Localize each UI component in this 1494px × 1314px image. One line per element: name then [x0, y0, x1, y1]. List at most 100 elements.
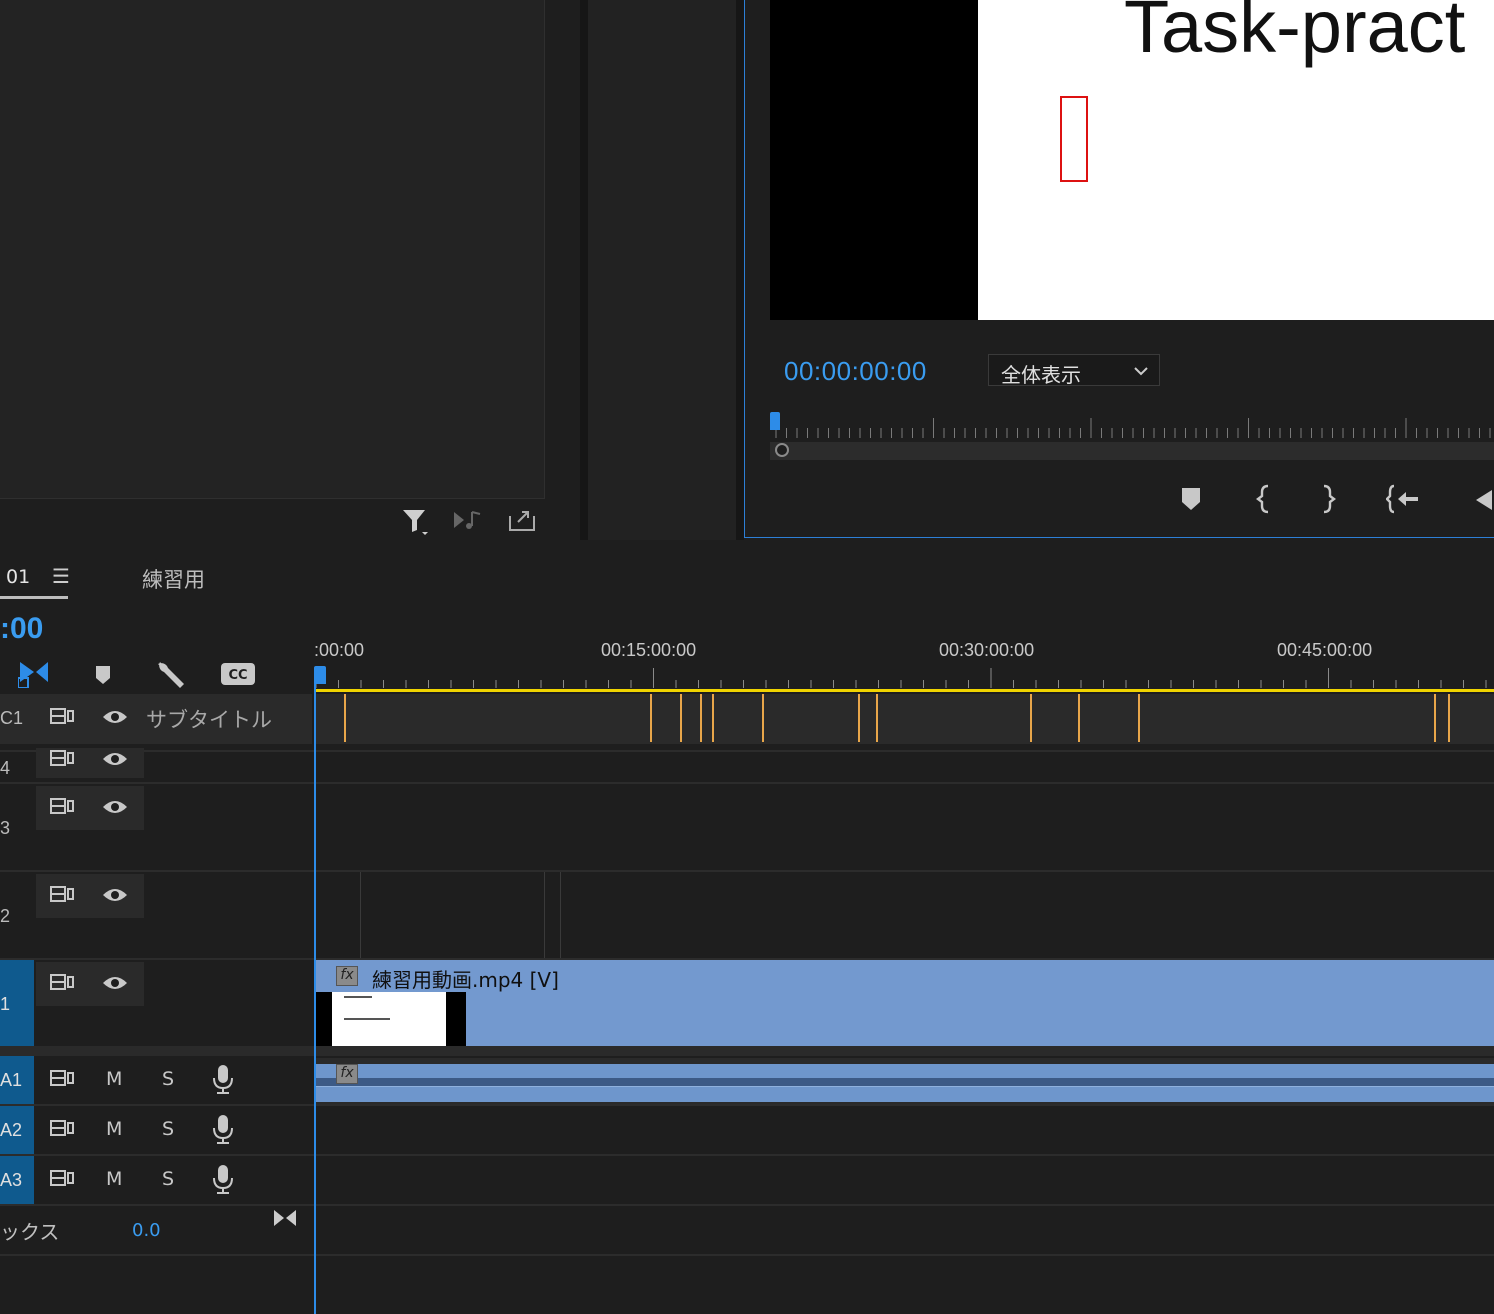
middle-panel [588, 0, 736, 540]
tab-practice[interactable]: 練習用 [142, 564, 205, 594]
zoom-level-value: 全体表示 [1001, 363, 1081, 387]
program-zoom-scrollbar[interactable] [770, 442, 1494, 460]
toggle-sync-lock-icon[interactable] [50, 706, 74, 729]
subtitle-marker[interactable] [1448, 694, 1450, 742]
timeline-panel-header [0, 548, 1494, 608]
track-id: 2 [0, 906, 11, 926]
wrench-icon[interactable] [154, 658, 186, 690]
clip-thumbnail [332, 992, 446, 1046]
toggle-sync-lock-icon[interactable] [50, 1168, 74, 1191]
solo-track-button[interactable]: S [162, 1070, 174, 1089]
export-icon[interactable] [506, 506, 538, 534]
mute-track-button[interactable]: M [106, 1120, 122, 1139]
edit-line [360, 872, 361, 958]
edit-line [560, 872, 561, 958]
track-separator [0, 1204, 1494, 1206]
subtitle-marker[interactable] [700, 694, 702, 742]
toggle-sync-lock-icon[interactable] [50, 748, 74, 771]
track-target-v1[interactable]: 1 [0, 960, 34, 1046]
eye-icon[interactable] [102, 708, 128, 729]
subtitle-marker[interactable] [1078, 694, 1080, 742]
panel-divider[interactable] [580, 0, 588, 540]
track-target-a3[interactable]: A3 [0, 1156, 34, 1204]
toggle-sync-lock-icon[interactable] [50, 1068, 74, 1091]
mute-track-button[interactable]: M [106, 1070, 122, 1089]
tab-sequence-01[interactable]: 01 [6, 566, 30, 588]
video-title-text: Task-pract [1124, 0, 1466, 68]
mark-in-icon[interactable] [1256, 484, 1276, 514]
mute-track-button[interactable]: M [106, 1170, 122, 1189]
panel-menu-icon[interactable]: ☰ [52, 564, 70, 588]
toggle-sync-lock-icon[interactable] [50, 884, 74, 907]
eye-icon[interactable] [102, 750, 128, 771]
timeline-timecode[interactable]: :00 [0, 612, 43, 646]
fx-badge[interactable]: fx [336, 1064, 358, 1084]
track-header-a3: A3 [0, 1156, 312, 1204]
timeline-playhead-line[interactable] [314, 684, 316, 1314]
track-header-a1: A1 [0, 1056, 312, 1104]
subtitle-marker[interactable] [344, 694, 346, 742]
add-marker-icon[interactable] [94, 664, 112, 686]
subtitle-marker[interactable] [650, 694, 652, 742]
toggle-sync-lock-icon[interactable] [50, 796, 74, 819]
subtitle-marker[interactable] [876, 694, 878, 742]
track-id: C1 [0, 708, 24, 728]
video-clip[interactable]: fx 練習用動画.mp4 [V] [316, 960, 1494, 1046]
active-tab-indicator [0, 596, 68, 599]
panel-divider[interactable] [736, 0, 744, 540]
step-back-icon[interactable] [1474, 488, 1494, 512]
track-id: 3 [0, 818, 11, 838]
track-id: 4 [0, 758, 11, 778]
timeline-ruler[interactable]: :00:00 00:15:00:00 00:30:00:00 00:45:00:… [314, 638, 1494, 692]
add-marker-icon[interactable] [1180, 486, 1202, 512]
track-id: 1 [0, 994, 11, 1014]
track-id: A3 [0, 1170, 23, 1190]
microphone-icon[interactable] [212, 1114, 234, 1147]
filter-icon[interactable] [400, 506, 430, 536]
svg-text:CC: CC [228, 668, 247, 683]
track-target-a1[interactable]: A1 [0, 1056, 34, 1104]
subtitle-marker[interactable] [858, 694, 860, 742]
microphone-icon[interactable] [212, 1064, 234, 1097]
audio-clip[interactable]: fx [316, 1058, 1494, 1104]
video-frame-letterbox [770, 0, 978, 320]
solo-track-button[interactable]: S [162, 1170, 174, 1189]
microphone-icon[interactable] [212, 1164, 234, 1197]
solo-track-button[interactable]: S [162, 1120, 174, 1139]
eye-icon[interactable] [102, 798, 128, 819]
eye-icon[interactable] [102, 974, 128, 995]
program-playhead[interactable] [770, 412, 780, 430]
insert-audio-icon[interactable] [452, 508, 486, 532]
source-panel-content [0, 0, 545, 499]
eye-icon[interactable] [102, 886, 128, 907]
go-to-in-icon[interactable] [1385, 484, 1422, 514]
video-red-rectangle [1060, 96, 1088, 182]
scroll-handle[interactable] [775, 443, 789, 457]
toggle-sync-lock-icon[interactable] [50, 972, 74, 995]
work-area-bar[interactable] [314, 689, 1494, 692]
zoom-level-select[interactable]: 全体表示 [988, 354, 1160, 387]
toggle-sync-lock-icon[interactable] [50, 1118, 74, 1141]
program-timecode[interactable]: 00:00:00:00 [784, 356, 927, 387]
subtitle-marker[interactable] [680, 694, 682, 742]
mark-out-icon[interactable] [1318, 484, 1338, 514]
go-to-in-out-icon[interactable] [272, 1206, 298, 1236]
subtitle-marker[interactable] [1138, 694, 1140, 742]
video-audio-divider[interactable] [0, 1046, 1494, 1056]
audio-waveform [316, 1064, 1494, 1102]
snap-icon[interactable] [17, 658, 50, 689]
timeline-playhead[interactable] [314, 666, 326, 684]
mix-volume-value[interactable]: 0.0 [132, 1220, 161, 1241]
subtitle-marker[interactable] [1434, 694, 1436, 742]
source-panel [0, 0, 580, 540]
subtitle-marker[interactable] [762, 694, 764, 742]
track-id: A1 [0, 1070, 23, 1090]
fx-badge[interactable]: fx [336, 966, 358, 986]
program-time-ruler[interactable] [770, 412, 1494, 442]
subtitle-marker[interactable] [1030, 694, 1032, 742]
track-header-a2: A2 [0, 1106, 312, 1154]
track-target-a2[interactable]: A2 [0, 1106, 34, 1154]
cc-icon[interactable]: CC [220, 662, 256, 686]
subtitle-marker[interactable] [712, 694, 714, 742]
track-c1-area[interactable] [314, 694, 1494, 744]
